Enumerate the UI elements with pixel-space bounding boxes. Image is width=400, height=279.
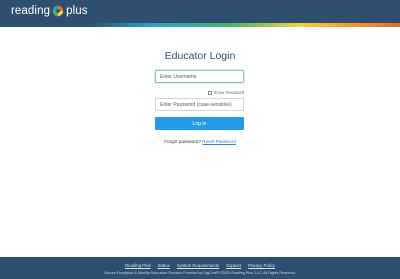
- reading-plus-logo[interactable]: reading plus: [11, 5, 88, 17]
- password-input[interactable]: [155, 98, 244, 111]
- forgot-password-text: Forgot password?: [164, 139, 202, 144]
- footer-links: Reading Plus Status System Requirements …: [0, 263, 400, 268]
- logo-text-plus: plus: [66, 5, 88, 17]
- username-input[interactable]: [155, 70, 244, 83]
- show-password-toggle[interactable]: Show Password: [208, 90, 244, 95]
- footer-link-system-requirements[interactable]: System Requirements: [177, 263, 219, 268]
- show-password-label: Show Password: [213, 90, 245, 95]
- page-title: Educator Login: [164, 50, 236, 62]
- reset-password-link[interactable]: Reset Password: [202, 139, 235, 144]
- footer-link-privacy-policy[interactable]: Privacy Policy: [248, 263, 275, 268]
- copyright-text: Secure Encryption & Identity Assurance S…: [104, 271, 296, 275]
- top-header: reading plus: [0, 0, 400, 27]
- page-footer: Reading Plus Status System Requirements …: [0, 257, 400, 279]
- logo-mark-icon: [52, 5, 64, 17]
- forgot-password-row: Forgot password? Reset Password: [0, 139, 400, 144]
- footer-link-status[interactable]: Status: [158, 263, 170, 268]
- show-password-checkbox[interactable]: [208, 90, 212, 95]
- footer-link-reading-plus[interactable]: Reading Plus: [125, 263, 151, 268]
- footer-link-support[interactable]: Support: [226, 263, 241, 268]
- log-in-button[interactable]: Log In: [155, 117, 244, 130]
- login-panel: Educator Login Show Password Log In Forg…: [0, 27, 400, 257]
- logo-text-reading: reading: [11, 5, 51, 17]
